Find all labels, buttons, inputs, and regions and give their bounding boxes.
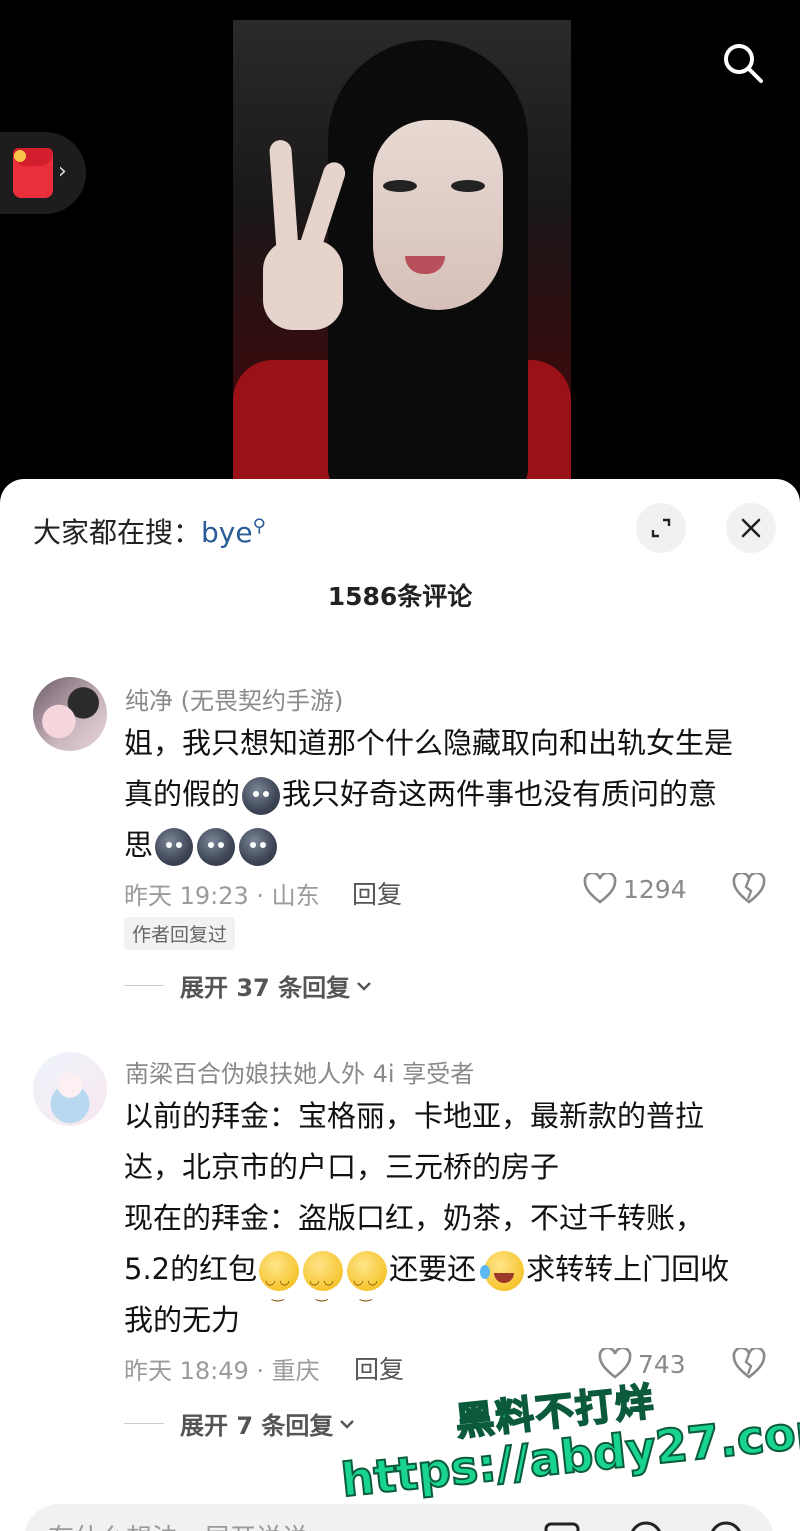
video-frame bbox=[233, 20, 571, 490]
red-packet-button[interactable]: › bbox=[0, 132, 86, 214]
smile-emoji-icon bbox=[347, 1251, 388, 1320]
expand-icon bbox=[651, 518, 671, 538]
sad-face-emoji-icon bbox=[197, 828, 236, 866]
reply-button[interactable]: 回复 bbox=[354, 1350, 404, 1386]
dislike-button[interactable] bbox=[732, 871, 766, 907]
small-search-icon: ⚲ bbox=[252, 515, 266, 537]
comment-time-location: 昨天 18:49 · 重庆 bbox=[124, 1357, 320, 1385]
sad-face-emoji-icon bbox=[155, 828, 194, 866]
search-button[interactable] bbox=[720, 40, 766, 86]
hot-search[interactable]: 大家都在搜：bye⚲ bbox=[33, 511, 266, 551]
smile-emoji-icon bbox=[259, 1251, 300, 1320]
expand-replies-button[interactable]: 展开 7 条回复 bbox=[124, 1406, 357, 1441]
video-player[interactable]: › bbox=[0, 0, 800, 500]
sad-face-emoji-icon bbox=[242, 777, 281, 815]
hot-search-prefix: 大家都在搜： bbox=[33, 516, 202, 549]
comment-body: 以前的拜金：宝格丽，卡地亚，最新款的普拉 达，北京市的户口，三元桥的房子 现在的… bbox=[124, 1091, 764, 1346]
video-subject-face bbox=[373, 120, 503, 310]
comment-username[interactable]: 纯净 (无畏契约手游) bbox=[125, 681, 343, 716]
chevron-right-icon: › bbox=[58, 159, 67, 184]
avatar[interactable] bbox=[33, 1052, 107, 1126]
reply-button[interactable]: 回复 bbox=[352, 875, 402, 911]
author-replied-badge: 作者回复过 bbox=[124, 917, 236, 950]
smile-emoji-icon bbox=[303, 1251, 344, 1320]
sad-face-emoji-icon bbox=[239, 828, 278, 866]
heart-icon bbox=[583, 873, 617, 904]
chevron-down-icon bbox=[357, 981, 371, 991]
expand-replies-button[interactable]: 展开 37 条回复 bbox=[124, 968, 374, 1003]
comment-count-title: 1586条评论 bbox=[327, 582, 473, 611]
close-icon bbox=[741, 518, 761, 538]
image-icon[interactable] bbox=[542, 1518, 582, 1531]
expand-button[interactable] bbox=[636, 503, 686, 553]
comment-time-location: 昨天 19:23 · 山东 bbox=[124, 882, 320, 910]
laughing-tears-emoji-icon bbox=[480, 1251, 525, 1291]
comment-input-placeholder[interactable]: 有什么想法，展开说说 bbox=[48, 1518, 308, 1531]
emoji-icon[interactable] bbox=[706, 1518, 746, 1531]
at-mention-icon[interactable] bbox=[626, 1518, 666, 1531]
comment-username[interactable]: 南梁百合伪娘扶她人外 4i 享受者 bbox=[125, 1054, 474, 1089]
like-count: 1294 bbox=[623, 874, 687, 904]
broken-heart-icon bbox=[732, 871, 766, 904]
video-subject-eye bbox=[451, 180, 485, 192]
video-subject-eye bbox=[383, 180, 417, 192]
hot-search-keyword[interactable]: bye bbox=[201, 516, 253, 549]
video-subject-hand bbox=[253, 139, 349, 340]
like-button[interactable]: 1294 bbox=[583, 873, 687, 905]
comment-body: 姐，我只想知道那个什么隐藏取向和出轨女生是 真的假的 我只好奇这两件事也没有质问的… bbox=[124, 718, 764, 871]
comment-input-bar[interactable]: 有什么想法，展开说说 bbox=[24, 1504, 774, 1531]
avatar[interactable] bbox=[33, 677, 107, 751]
search-icon bbox=[724, 44, 763, 83]
close-button[interactable] bbox=[726, 503, 776, 553]
